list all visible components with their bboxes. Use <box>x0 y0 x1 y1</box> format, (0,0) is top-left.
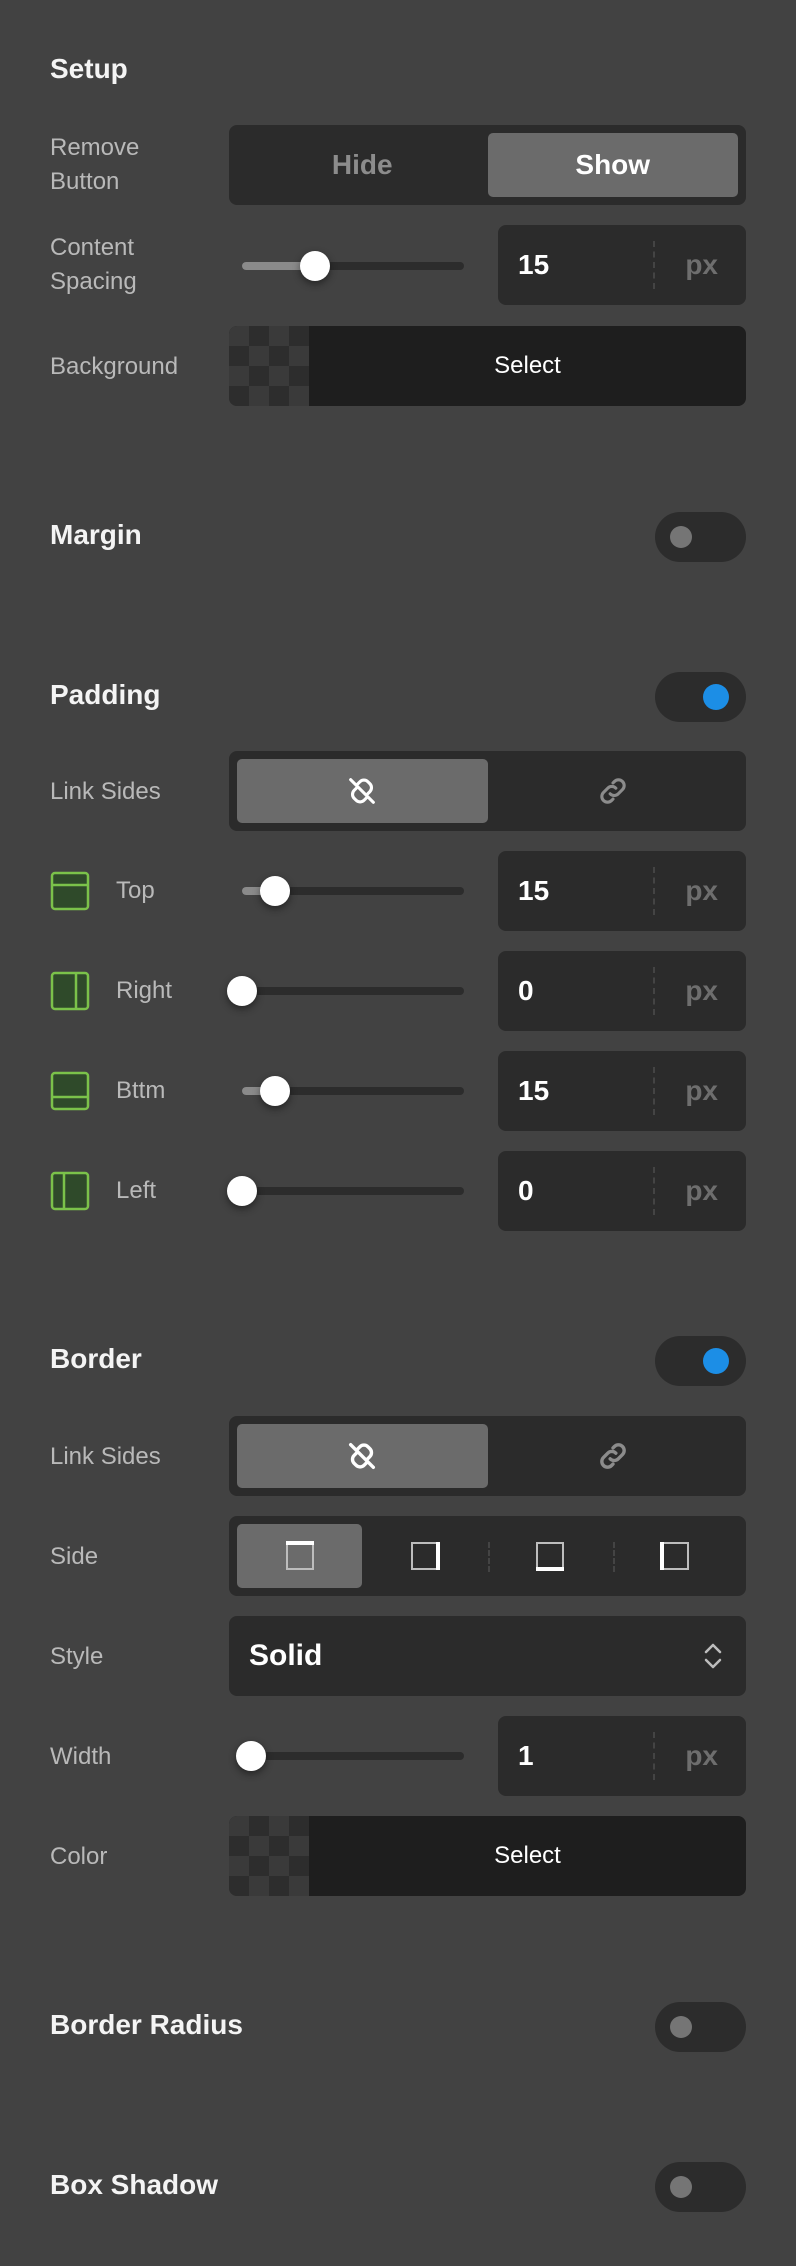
padding-left-label: Left <box>116 1177 157 1204</box>
divider <box>653 967 655 1015</box>
padding-right-slider[interactable] <box>227 976 464 1006</box>
divider <box>653 1067 655 1115</box>
transparency-swatch <box>229 1816 309 1896</box>
padding-right-input[interactable]: 0 px <box>498 951 746 1031</box>
content-spacing-label: Content Spacing <box>50 234 137 295</box>
padding-title: Padding <box>50 679 161 710</box>
border-width-slider[interactable] <box>235 1741 464 1771</box>
padding-link-sides-label: Link Sides <box>50 778 161 805</box>
toggle-knob <box>670 526 692 548</box>
margin-toggle[interactable] <box>655 512 746 562</box>
border-title: Border <box>50 1343 142 1374</box>
padding-right-value[interactable]: 0 <box>518 951 534 1031</box>
remove-button-segmented-control: Hide Show <box>229 125 746 205</box>
padding-bottom-slider[interactable] <box>242 1076 464 1106</box>
border-style-label: Style <box>50 1643 104 1670</box>
unit-label[interactable]: px <box>685 851 718 931</box>
padding-top-label: Top <box>116 877 155 904</box>
unit-label[interactable]: px <box>685 1051 718 1131</box>
unlink-icon[interactable] <box>237 1424 488 1488</box>
padding-bottom-value[interactable]: 15 <box>518 1051 549 1131</box>
content-spacing-slider[interactable] <box>242 251 464 281</box>
padding-bottom-label: Bttm <box>116 1077 166 1104</box>
unlink-icon[interactable] <box>237 759 488 823</box>
padding-top-input[interactable]: 15 px <box>498 851 746 931</box>
side-left-icon <box>50 1171 90 1211</box>
border-top-icon[interactable] <box>237 1524 363 1588</box>
slider-knob[interactable] <box>227 1176 257 1206</box>
box-shadow-title: Box Shadow <box>50 2169 219 2200</box>
padding-toggle[interactable] <box>655 672 746 722</box>
padding-top-slider[interactable] <box>242 876 464 906</box>
border-color-picker[interactable]: Select <box>229 1816 746 1896</box>
show-option[interactable]: Show <box>487 133 738 197</box>
padding-link-sides-control <box>229 751 746 831</box>
side-top-icon <box>50 871 90 911</box>
border-color-select-button[interactable]: Select <box>309 1816 746 1896</box>
padding-left-value[interactable]: 0 <box>518 1151 534 1231</box>
padding-top-value[interactable]: 15 <box>518 851 549 931</box>
border-width-input[interactable]: 1 px <box>498 1716 746 1796</box>
border-link-sides-label: Link Sides <box>50 1443 161 1470</box>
slider-knob[interactable] <box>260 876 291 906</box>
border-right-icon[interactable] <box>362 1524 487 1588</box>
slider-knob[interactable] <box>260 1076 291 1106</box>
link-icon[interactable] <box>488 1424 739 1488</box>
border-width-value[interactable]: 1 <box>518 1716 534 1796</box>
unit-label[interactable]: px <box>685 951 718 1031</box>
border-toggle[interactable] <box>655 1336 746 1386</box>
toggle-knob <box>703 684 729 710</box>
border-color-label: Color <box>50 1843 108 1870</box>
background-select-button[interactable]: Select <box>309 326 746 406</box>
content-spacing-value[interactable]: 15 <box>518 225 549 305</box>
transparency-swatch <box>229 326 309 406</box>
slider-knob[interactable] <box>300 251 331 281</box>
padding-right-label: Right <box>116 977 173 1004</box>
box-shadow-toggle[interactable] <box>655 2162 746 2212</box>
padding-left-input[interactable]: 0 px <box>498 1151 746 1231</box>
divider <box>653 1732 655 1780</box>
side-bottom-icon <box>50 1071 90 1111</box>
toggle-knob <box>703 1348 729 1374</box>
divider <box>653 867 655 915</box>
border-left-icon[interactable] <box>612 1524 738 1588</box>
border-bottom-icon[interactable] <box>487 1524 613 1588</box>
border-width-label: Width <box>50 1743 112 1770</box>
toggle-knob <box>670 2016 692 2038</box>
side-right-icon <box>50 971 90 1011</box>
divider <box>653 241 655 289</box>
margin-title: Margin <box>50 519 142 550</box>
slider-knob[interactable] <box>235 1741 266 1771</box>
border-style-value[interactable]: Solid <box>249 1616 322 1696</box>
border-radius-title: Border Radius <box>50 2009 243 2040</box>
content-spacing-input[interactable]: 15 px <box>498 225 746 305</box>
padding-left-slider[interactable] <box>227 1176 464 1206</box>
remove-button-label: Remove Button <box>50 134 140 195</box>
unit-label[interactable]: px <box>685 1151 718 1231</box>
border-radius-toggle[interactable] <box>655 2002 746 2052</box>
background-color-picker[interactable]: Select <box>229 326 746 406</box>
border-link-sides-control <box>229 1416 746 1496</box>
unit-label[interactable]: px <box>685 225 718 305</box>
setup-title: Setup <box>50 53 128 84</box>
unit-label[interactable]: px <box>685 1716 718 1796</box>
link-icon[interactable] <box>488 759 739 823</box>
divider <box>653 1167 655 1215</box>
padding-bottom-input[interactable]: 15 px <box>498 1051 746 1131</box>
border-side-control <box>229 1516 746 1596</box>
toggle-knob <box>670 2176 692 2198</box>
border-side-label: Side <box>50 1543 99 1570</box>
background-label: Background <box>50 353 179 380</box>
hide-option[interactable]: Hide <box>237 133 488 197</box>
border-style-select[interactable]: Solid <box>229 1616 746 1696</box>
chevron-up-down-icon <box>704 1643 722 1669</box>
slider-knob[interactable] <box>227 976 257 1006</box>
